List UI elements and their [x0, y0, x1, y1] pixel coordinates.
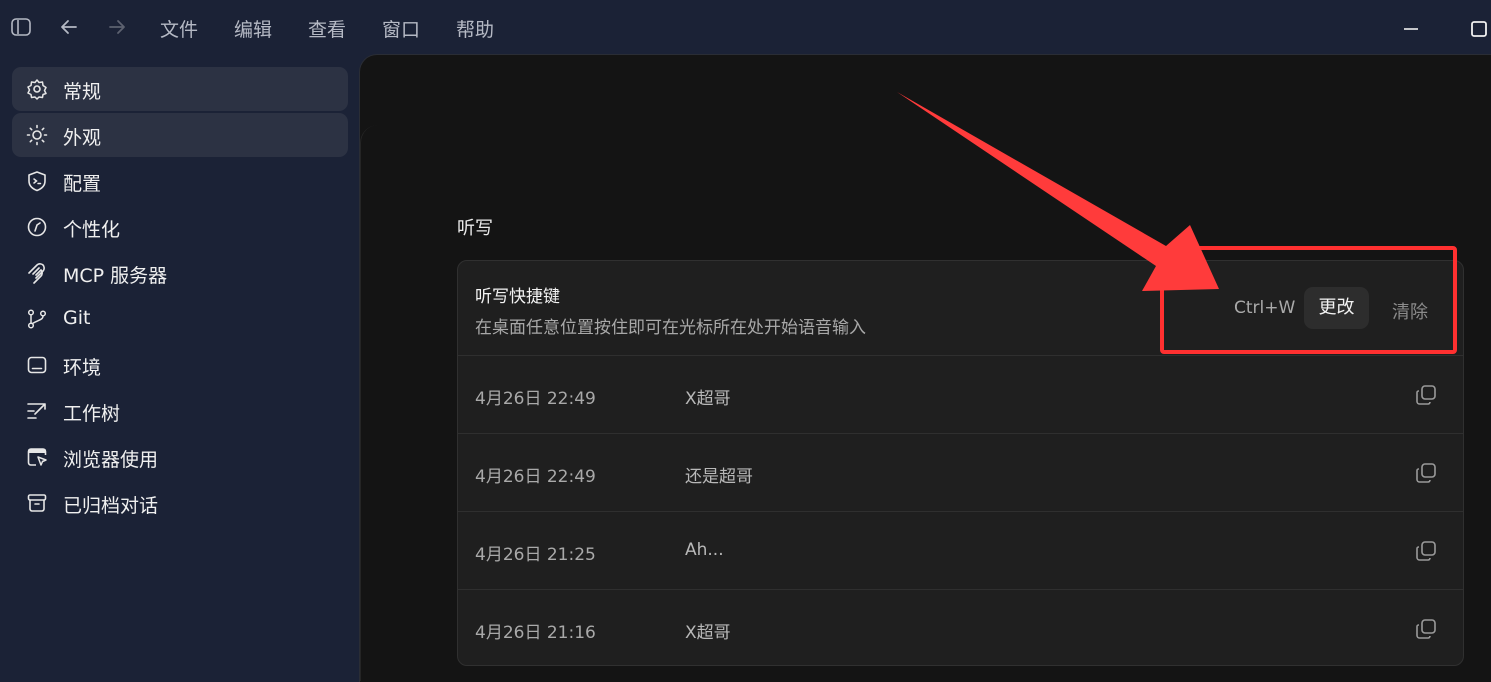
history-text: 还是超哥: [685, 467, 753, 487]
worktree-icon: [27, 403, 46, 419]
git-branch-icon: [27, 309, 47, 329]
sidebar-item-appearance[interactable]: 外观: [12, 113, 348, 157]
history-text: X超哥: [685, 389, 731, 409]
sidebar-item-label: 环境: [63, 357, 102, 379]
sidebar-item-browser-use[interactable]: 浏览器使用: [12, 435, 348, 479]
maximize-icon[interactable]: [1468, 18, 1490, 40]
menu-help[interactable]: 帮助: [456, 15, 494, 42]
divider: [458, 355, 1463, 356]
history-time: 4月26日 21:16: [475, 623, 596, 643]
sidebar-item-personalization[interactable]: 个性化: [12, 205, 348, 249]
sidebar-item-environment[interactable]: 环境: [12, 343, 348, 387]
divider: [458, 589, 1463, 590]
divider: [458, 433, 1463, 434]
sidebar-item-config[interactable]: 配置: [12, 159, 348, 203]
sidebar-item-label: 外观: [63, 127, 102, 149]
sidebar-item-label: Git: [63, 307, 91, 329]
sidebar-item-archived[interactable]: 已归档对话: [12, 481, 348, 525]
shield-code-icon: [28, 171, 46, 192]
history-text: Ah...: [685, 540, 724, 560]
shortcut-description: 在桌面任意位置按住即可在光标所在处开始语音输入: [475, 318, 866, 338]
annotation-highlight-box: [1160, 246, 1457, 354]
archive-icon: [27, 494, 47, 512]
sidebar-item-label: MCP 服务器: [63, 265, 168, 287]
copy-icon[interactable]: [1414, 383, 1438, 407]
sidebar-item-mcp[interactable]: MCP 服务器: [12, 251, 348, 295]
mcp-icon: [28, 263, 45, 284]
sidebar-item-general[interactable]: 常规: [12, 67, 348, 111]
browser-cursor-icon: [27, 448, 47, 466]
back-arrow-icon[interactable]: [58, 16, 80, 38]
copy-icon[interactable]: [1414, 539, 1438, 563]
history-text: X超哥: [685, 623, 731, 643]
history-time: 4月26日 21:25: [475, 545, 596, 565]
toggle-sidebar-icon[interactable]: [10, 16, 32, 38]
personalize-icon: [27, 217, 47, 237]
sidebar-item-label: 已归档对话: [63, 495, 159, 517]
sidebar-item-worktree[interactable]: 工作树: [12, 389, 348, 433]
menu-edit[interactable]: 编辑: [234, 15, 272, 42]
history-time: 4月26日 22:49: [475, 389, 596, 409]
shortcut-title: 听写快捷键: [475, 287, 560, 307]
section-title-dictation: 听写: [457, 218, 493, 239]
menu-file[interactable]: 文件: [160, 15, 198, 42]
minimize-icon[interactable]: [1400, 18, 1422, 40]
sidebar-item-label: 常规: [63, 81, 102, 103]
sun-icon: [26, 124, 48, 146]
forward-arrow-icon[interactable]: [106, 16, 128, 38]
menu-window[interactable]: 窗口: [382, 15, 420, 42]
gear-icon: [27, 79, 47, 100]
inner-panel-edge: [360, 125, 391, 681]
title-bar: 文件 编辑 查看 窗口 帮助: [0, 0, 1491, 54]
sidebar-item-git[interactable]: Git: [12, 297, 348, 341]
monitor-icon: [27, 356, 47, 374]
sidebar-item-label: 配置: [63, 173, 102, 195]
copy-icon[interactable]: [1414, 617, 1438, 641]
sidebar-item-label: 浏览器使用: [63, 449, 159, 471]
history-time: 4月26日 22:49: [475, 467, 596, 487]
menu-view[interactable]: 查看: [308, 15, 346, 42]
sidebar-item-label: 工作树: [63, 403, 121, 425]
divider: [458, 511, 1463, 512]
copy-icon[interactable]: [1414, 461, 1438, 485]
settings-sidebar: 常规 外观 配置 个性化 MCP 服务器 Git 环境 工作树 浏览器使用 已归…: [0, 54, 360, 681]
sidebar-item-label: 个性化: [63, 219, 121, 241]
